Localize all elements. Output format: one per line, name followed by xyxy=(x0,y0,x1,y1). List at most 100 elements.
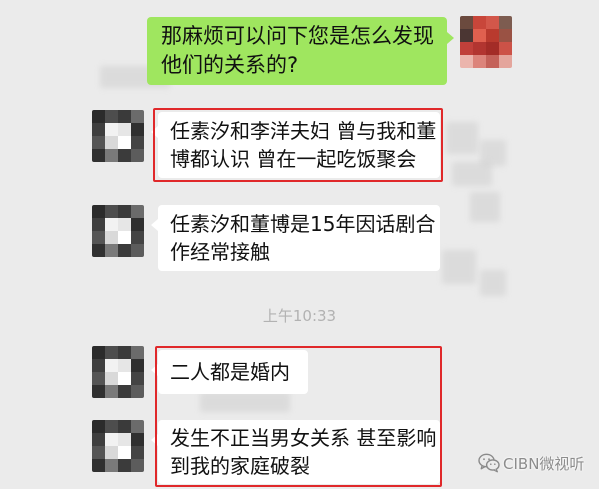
avatar-mosaic-cell xyxy=(92,372,105,385)
avatar-mosaic-cell xyxy=(105,205,118,218)
message-text-line: 他们的关系的? xyxy=(161,53,299,77)
avatar-mosaic-cell xyxy=(473,16,486,29)
sent-message-bubble[interactable]: 那麻烦可以问下您是怎么发现 他们的关系的? xyxy=(147,17,454,85)
message-text-line: 任素汐和李洋夫妇 曾与我和董 xyxy=(170,119,437,143)
watermark-text: CIBN微视听 xyxy=(503,454,585,473)
avatar-mosaic-cell xyxy=(92,231,105,244)
avatar-mosaic-cell xyxy=(131,218,144,231)
avatar-mosaic-cell xyxy=(105,372,118,385)
avatar-mosaic-cell xyxy=(131,346,144,359)
avatar-mosaic-cell xyxy=(118,123,131,136)
avatar-mosaic-cell xyxy=(118,420,131,433)
avatar-mosaic-cell xyxy=(118,433,131,446)
avatar-mosaic-cell xyxy=(118,459,131,472)
avatar-mosaic-cell xyxy=(131,136,144,149)
sender-avatar[interactable] xyxy=(460,16,512,68)
avatar-mosaic-cell xyxy=(105,136,118,149)
avatar-mosaic-cell xyxy=(105,244,118,257)
avatar-mosaic-cell xyxy=(118,218,131,231)
avatar-mosaic-cell xyxy=(118,446,131,459)
avatar-mosaic-cell xyxy=(118,244,131,257)
avatar-mosaic-cell xyxy=(473,42,486,55)
received-message-bubble[interactable]: 二人都是婚内 xyxy=(151,350,308,394)
avatar-mosaic-cell xyxy=(92,446,105,459)
mosaic-blur xyxy=(200,392,290,412)
avatar-mosaic-cell xyxy=(486,29,499,42)
avatar-mosaic-cell xyxy=(131,205,144,218)
avatar-mosaic-cell xyxy=(131,372,144,385)
avatar-mosaic-cell xyxy=(460,42,473,55)
avatar-mosaic-cell xyxy=(131,420,144,433)
avatar-mosaic-cell xyxy=(486,55,499,68)
avatar-mosaic-cell xyxy=(499,29,512,42)
message-timestamp: 上午10:33 xyxy=(262,307,337,325)
avatar-mosaic-cell xyxy=(131,244,144,257)
avatar-mosaic-cell xyxy=(118,149,131,162)
contact-avatar[interactable] xyxy=(92,110,144,162)
avatar-mosaic-cell xyxy=(92,123,105,136)
avatar-mosaic-cell xyxy=(92,136,105,149)
mosaic-blur xyxy=(470,192,500,222)
avatar-mosaic-cell xyxy=(105,231,118,244)
avatar-mosaic-cell xyxy=(131,149,144,162)
avatar-mosaic-cell xyxy=(118,359,131,372)
avatar-mosaic-cell xyxy=(131,110,144,123)
avatar-mosaic-cell xyxy=(105,359,118,372)
avatar-mosaic-cell xyxy=(105,459,118,472)
avatar-mosaic-cell xyxy=(460,55,473,68)
avatar-mosaic-cell xyxy=(105,149,118,162)
received-message-bubble[interactable]: 发生不正当男女关系 甚至影响 到我的家庭破裂 xyxy=(151,420,440,484)
mosaic-blur xyxy=(442,250,476,284)
avatar-mosaic-cell xyxy=(105,110,118,123)
avatar-mosaic-cell xyxy=(105,346,118,359)
message-text-line: 那麻烦可以问下您是怎么发现 xyxy=(161,24,434,48)
message-text-line: 发生不正当男女关系 甚至影响 xyxy=(170,426,437,450)
avatar-mosaic-cell xyxy=(486,16,499,29)
avatar-mosaic-cell xyxy=(131,385,144,398)
avatar-mosaic-cell xyxy=(131,231,144,244)
avatar-mosaic-cell xyxy=(131,123,144,136)
avatar-mosaic-cell xyxy=(499,42,512,55)
avatar-mosaic-cell xyxy=(92,205,105,218)
avatar-mosaic-cell xyxy=(118,136,131,149)
avatar-mosaic-cell xyxy=(92,149,105,162)
message-text-line: 博都认识 曾在一起吃饭聚会 xyxy=(170,147,417,171)
avatar-mosaic-cell xyxy=(92,110,105,123)
mosaic-blur xyxy=(452,162,492,186)
avatar-mosaic-cell xyxy=(460,16,473,29)
avatar-mosaic-cell xyxy=(118,205,131,218)
chat-window: 那麻烦可以问下您是怎么发现 他们的关系的? 任素汐和李洋夫妇 曾与我和董 博都认… xyxy=(0,0,599,489)
avatar-mosaic-cell xyxy=(92,218,105,231)
avatar-mosaic-cell xyxy=(460,29,473,42)
avatar-mosaic-cell xyxy=(105,446,118,459)
mosaic-blur xyxy=(480,270,506,296)
message-text-line: 到我的家庭破裂 xyxy=(170,454,310,478)
avatar-mosaic-cell xyxy=(92,385,105,398)
watermark: CIBN微视听 xyxy=(478,452,584,474)
avatar-mosaic-cell xyxy=(92,420,105,433)
avatar-mosaic-cell xyxy=(92,459,105,472)
avatar-mosaic-cell xyxy=(131,459,144,472)
avatar-mosaic-cell xyxy=(105,420,118,433)
avatar-mosaic-cell xyxy=(92,359,105,372)
received-message-bubble[interactable]: 任素汐和李洋夫妇 曾与我和董 博都认识 曾在一起吃饭聚会 xyxy=(151,112,440,178)
avatar-mosaic-cell xyxy=(105,385,118,398)
avatar-mosaic-cell xyxy=(486,42,499,55)
contact-avatar[interactable] xyxy=(92,205,144,257)
avatar-mosaic-cell xyxy=(118,372,131,385)
message-text-line: 作经常接触 xyxy=(170,240,270,264)
message-text-line: 二人都是婚内 xyxy=(170,360,290,384)
avatar-mosaic-cell xyxy=(131,359,144,372)
avatar-mosaic-cell xyxy=(92,433,105,446)
avatar-mosaic-cell xyxy=(105,433,118,446)
avatar-mosaic-cell xyxy=(131,446,144,459)
received-message-bubble[interactable]: 任素汐和董博是15年因话剧合 作经常接触 xyxy=(151,205,440,271)
mosaic-blur xyxy=(446,122,478,154)
contact-avatar[interactable] xyxy=(92,420,144,472)
wechat-icon xyxy=(478,453,500,473)
avatar-mosaic-cell xyxy=(118,346,131,359)
contact-avatar[interactable] xyxy=(92,346,144,398)
avatar-mosaic-cell xyxy=(105,218,118,231)
avatar-mosaic-cell xyxy=(473,55,486,68)
avatar-mosaic-cell xyxy=(473,29,486,42)
